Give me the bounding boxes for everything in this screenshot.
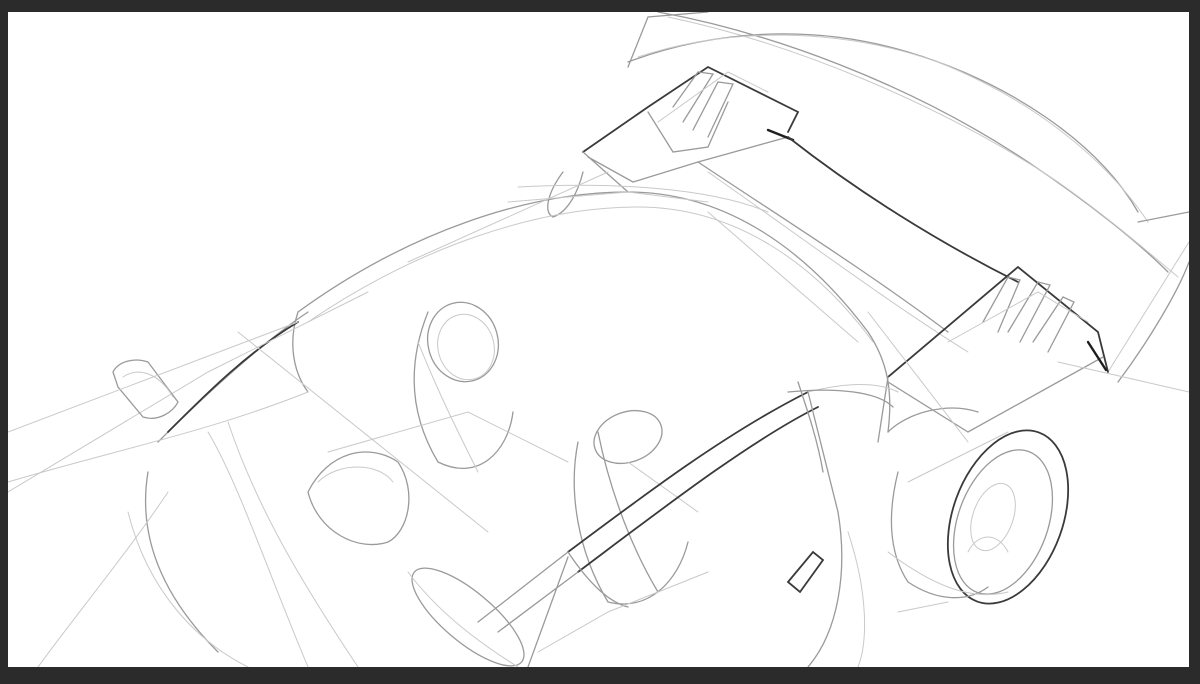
cockpit (307, 301, 699, 605)
front-wheel (407, 567, 525, 667)
sketch-artwork (8, 12, 1189, 667)
rear-wing (627, 12, 1189, 383)
app-window (0, 0, 1200, 684)
side-intake (786, 550, 825, 594)
rear-wheel (887, 407, 1070, 613)
drawing-canvas[interactable] (8, 12, 1189, 667)
side-door (477, 381, 899, 667)
construction-lines (8, 171, 1189, 533)
car-body (8, 184, 891, 667)
